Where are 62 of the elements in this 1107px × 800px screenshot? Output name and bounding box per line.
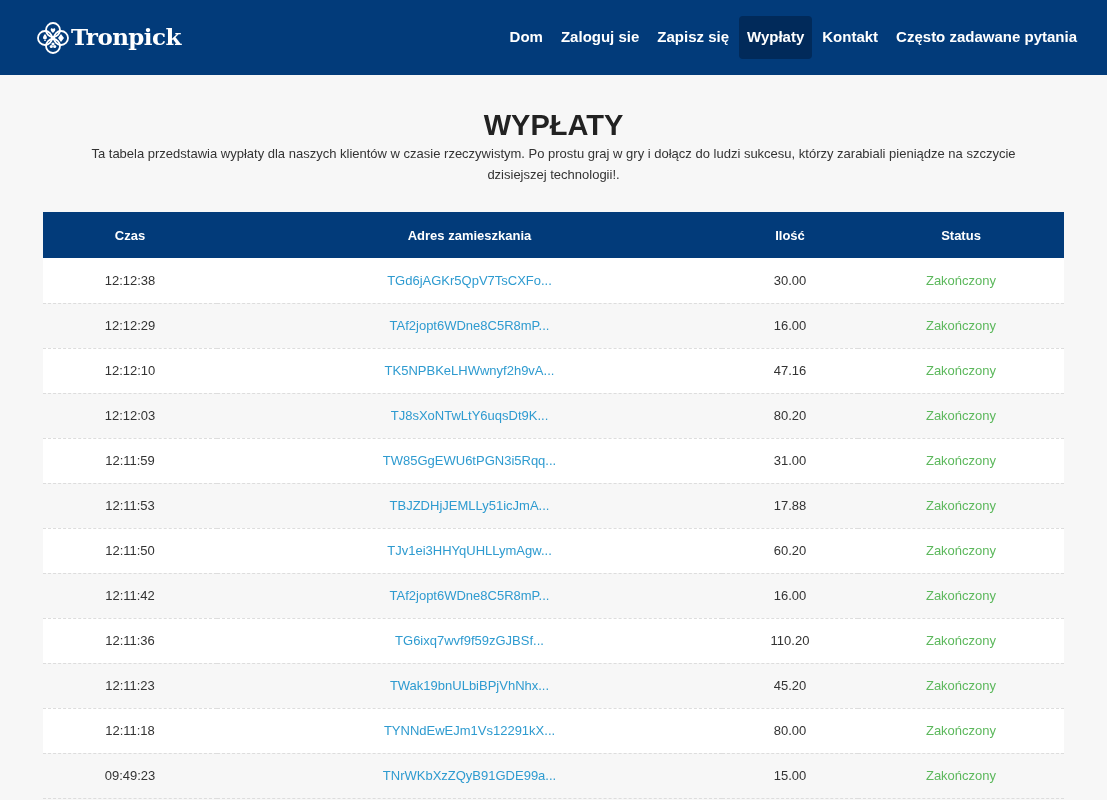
status-cell: Zakończony xyxy=(858,258,1064,304)
address-link[interactable]: TWak19bnULbiBPjVhNhx... xyxy=(217,663,722,709)
nav-link[interactable]: Zaloguj sie xyxy=(552,16,648,59)
address-link[interactable]: TYNNdEwEJm1Vs12291kX... xyxy=(217,708,722,754)
status-cell: Zakończony xyxy=(858,618,1064,664)
amount-cell: 17.88 xyxy=(722,483,858,529)
address-link[interactable]: TBJZDHjJEMLLy51icJmA... xyxy=(217,483,722,529)
nav-link[interactable]: Zapisz się xyxy=(649,16,737,59)
time-cell: 12:11:23 xyxy=(43,663,217,709)
amount-cell: 110.20 xyxy=(722,618,858,664)
status-cell: Zakończony xyxy=(858,573,1064,619)
time-cell: 09:49:23 xyxy=(43,753,217,799)
time-cell: 12:11:18 xyxy=(43,708,217,754)
status-cell: Zakończony xyxy=(858,753,1064,799)
amount-cell: 30.00 xyxy=(722,258,858,304)
time-cell: 12:11:36 xyxy=(43,618,217,664)
status-cell: Zakończony xyxy=(858,483,1064,529)
nav-link[interactable]: Kontakt xyxy=(814,16,887,59)
amount-cell: 47.16 xyxy=(722,348,858,394)
nav-link[interactable]: Dom xyxy=(501,16,551,59)
column-header: Status xyxy=(858,212,1064,259)
status-cell: Zakończony xyxy=(858,438,1064,484)
status-cell: Zakończony xyxy=(858,708,1064,754)
address-link[interactable]: TG6ixq7wvf9f59zGJBSf... xyxy=(217,618,722,664)
amount-cell: 15.00 xyxy=(722,753,858,799)
amount-cell: 60.20 xyxy=(722,528,858,574)
status-cell: Zakończony xyxy=(858,303,1064,349)
status-cell: Zakończony xyxy=(858,663,1064,709)
address-link[interactable]: TGd6jAGKr5QpV7TsCXFo... xyxy=(217,258,722,304)
address-link[interactable]: TAf2jopt6WDne8C5R8mP... xyxy=(217,303,722,349)
amount-cell: 16.00 xyxy=(722,573,858,619)
address-link[interactable]: TJv1ei3HHYqUHLLymAgw... xyxy=(217,528,722,574)
nav-link[interactable]: Wypłaty xyxy=(739,16,813,59)
time-cell: 12:11:59 xyxy=(43,438,217,484)
amount-cell: 16.00 xyxy=(722,303,858,349)
address-link[interactable]: TNrWKbXzZQyB91GDE99a... xyxy=(217,753,722,799)
address-link[interactable]: TK5NPBKeLHWwnyf2h9vA... xyxy=(217,348,722,394)
intro-text: Ta tabela przedstawia wypłaty dla naszych klientów w czasie rzeczywistym. Po prostu graj w gry i dołącz do ludzi sukcesu, którzy zarabiali pieniądze na szczycie dzisiejszej technologii!. xyxy=(90,145,1017,185)
address-link[interactable]: TAf2jopt6WDne8C5R8mP... xyxy=(217,573,722,619)
time-cell: 12:11:50 xyxy=(43,528,217,574)
time-cell: 12:11:53 xyxy=(43,483,217,529)
column-header: Adres zamieszkania xyxy=(217,212,722,259)
address-link[interactable]: TJ8sXoNTwLtY6uqsDt9K... xyxy=(217,393,722,439)
amount-cell: 80.00 xyxy=(722,708,858,754)
column-header: Ilość xyxy=(722,212,858,259)
time-cell: 12:12:29 xyxy=(43,303,217,349)
time-cell: 12:11:42 xyxy=(43,573,217,619)
nav-link[interactable]: Często zadawane pytania xyxy=(888,16,1085,59)
status-cell: Zakończony xyxy=(858,348,1064,394)
column-header: Czas xyxy=(43,212,217,259)
logo-text[interactable]: Tronpick xyxy=(71,20,181,55)
page-title: WYPŁATY xyxy=(483,108,624,143)
time-cell: 12:12:10 xyxy=(43,348,217,394)
time-cell: 12:12:38 xyxy=(43,258,217,304)
status-cell: Zakończony xyxy=(858,393,1064,439)
amount-cell: 80.20 xyxy=(722,393,858,439)
address-link[interactable]: TW85GgEWU6tPGN3i5Rqq... xyxy=(217,438,722,484)
status-cell: Zakończony xyxy=(858,528,1064,574)
amount-cell: 31.00 xyxy=(722,438,858,484)
amount-cell: 45.20 xyxy=(722,663,858,709)
logo-icon xyxy=(36,20,70,55)
time-cell: 12:12:03 xyxy=(43,393,217,439)
